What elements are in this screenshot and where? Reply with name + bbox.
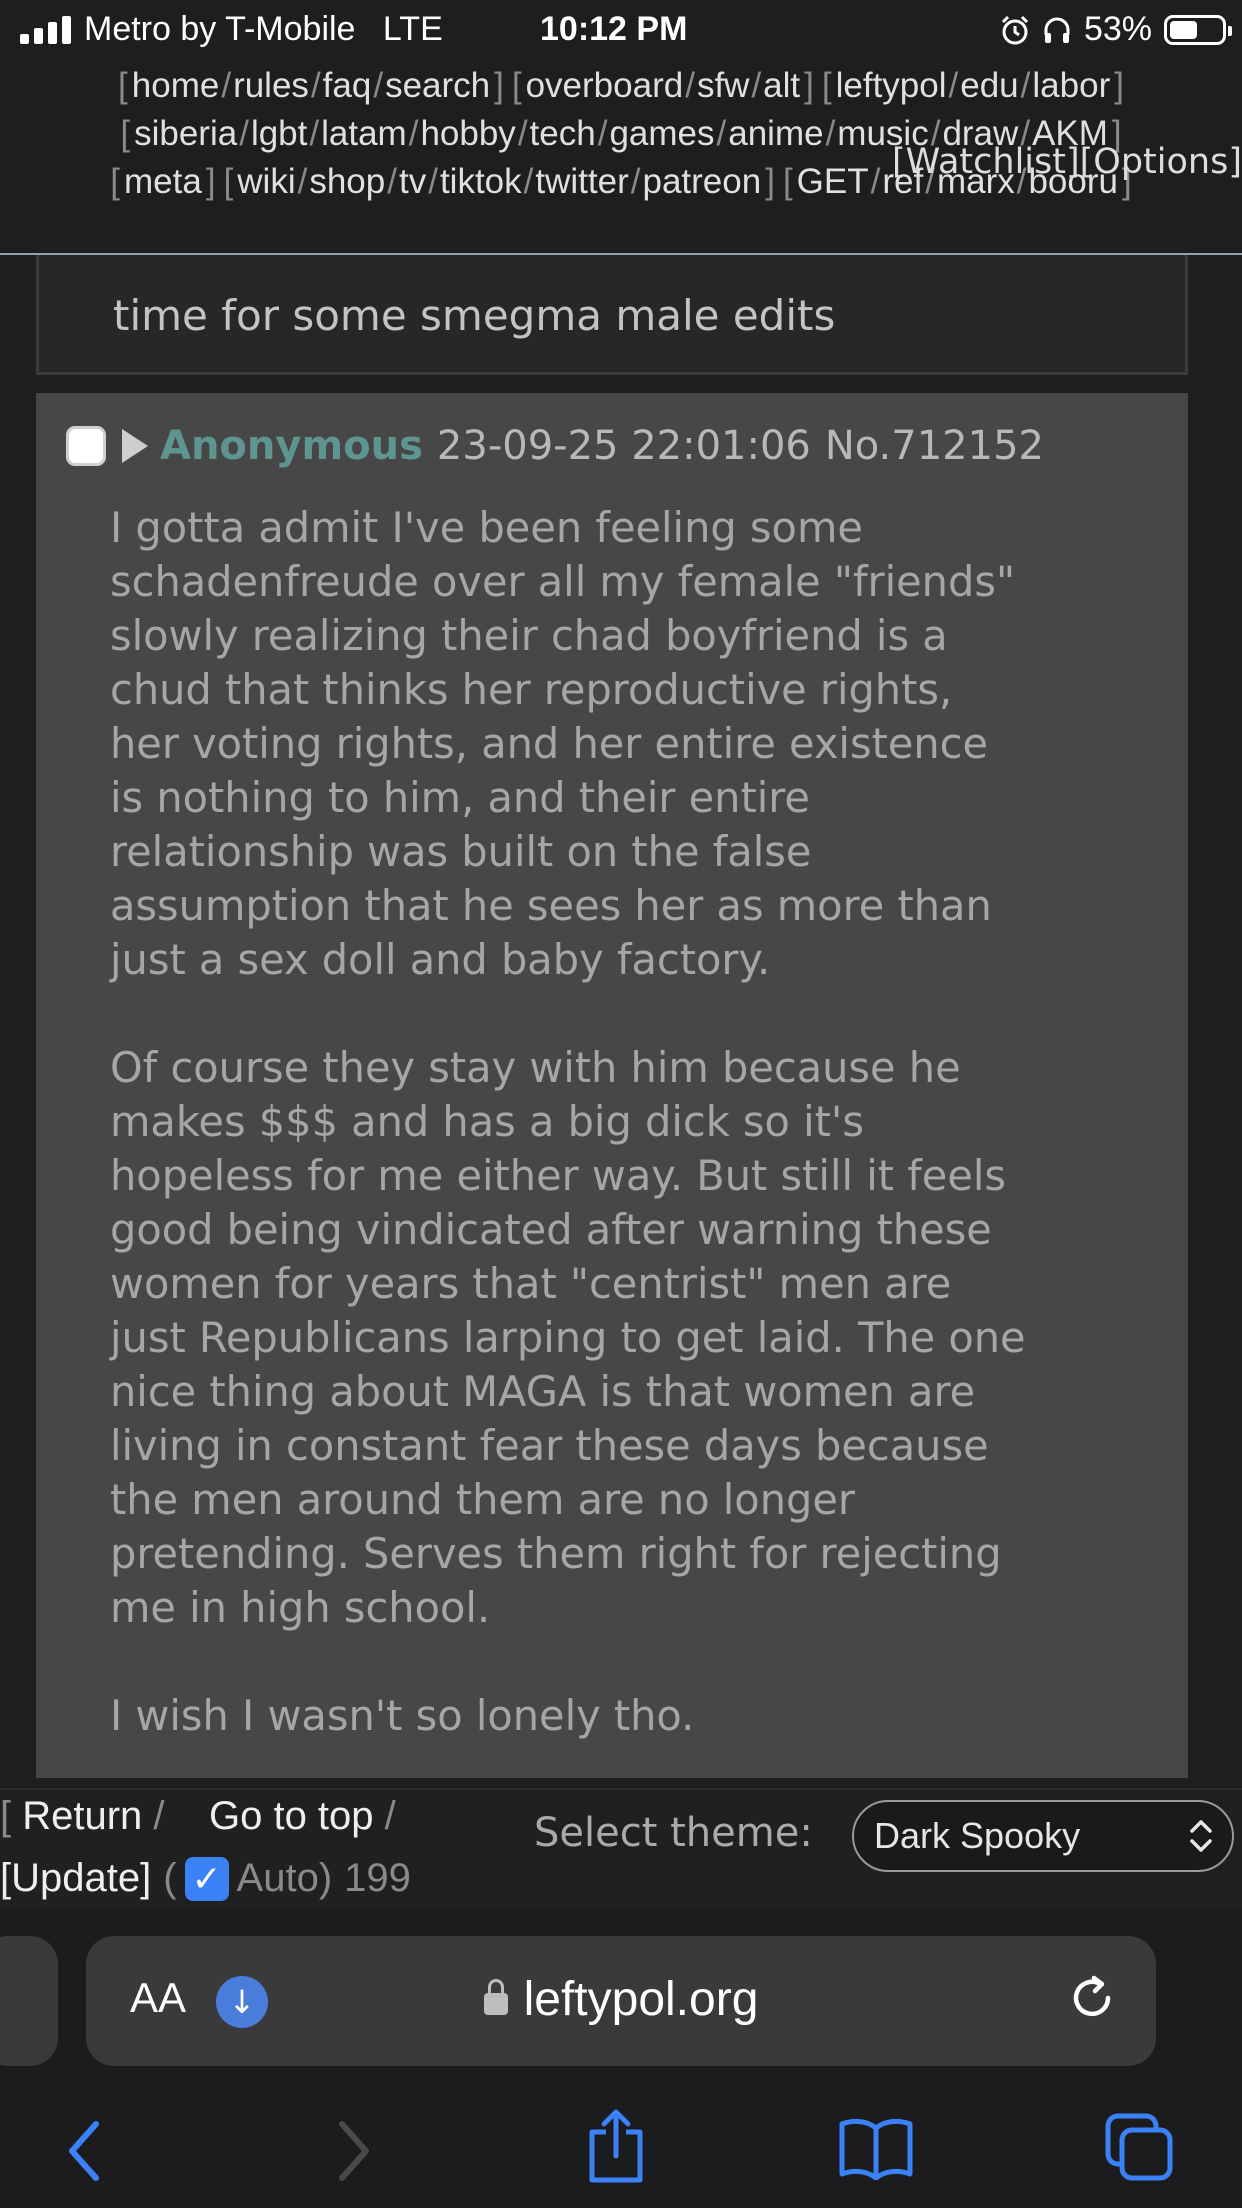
thread-bottom-bar: [ Return / Go to top / [Update] ( ✓ Auto… [0, 1788, 1242, 1910]
board-link-twitter[interactable]: twitter [535, 162, 628, 201]
url-text: leftypol.org [523, 1973, 759, 2026]
board-link-tech[interactable]: tech [530, 114, 596, 153]
board-link-overboard[interactable]: overboard [526, 66, 684, 105]
post-paragraph: I wish I wasn't so lonely tho. [110, 1691, 695, 1740]
status-time: 10:12 PM [540, 10, 688, 48]
board-link-meta[interactable]: meta [124, 162, 202, 201]
previous-tab-preview[interactable] [0, 1936, 58, 2066]
battery-icon [1164, 14, 1232, 45]
address-bar[interactable]: AA ↓ leftypol.org [86, 1936, 1156, 2066]
board-link-tiktok[interactable]: tiktok [440, 162, 522, 201]
go-to-top-link[interactable]: Go to top [209, 1794, 374, 1838]
theme-value: Dark Spooky [874, 1815, 1081, 1856]
post-body: time for some smegma male edits [113, 291, 836, 340]
theme-label: Select theme: [534, 1810, 813, 1856]
board-link-rules[interactable]: rules [233, 66, 309, 105]
board-link-sfw[interactable]: sfw [697, 66, 750, 105]
expand-triangle-icon[interactable] [122, 429, 148, 463]
browser-chrome: AA ↓ leftypol.org [0, 1910, 1242, 2208]
reload-icon[interactable] [1064, 1970, 1120, 2030]
board-link-latam[interactable]: latam [321, 114, 407, 153]
signal-icon [20, 16, 71, 44]
checkmark-icon: ✓ [191, 1857, 222, 1899]
status-bar: Metro by T-Mobile LTE 10:12 PM 53% [0, 0, 1242, 62]
tabs-icon[interactable] [1104, 2112, 1176, 2184]
board-link-wiki[interactable]: wiki [237, 162, 295, 201]
network-type: LTE [382, 10, 443, 48]
post-body: I gotta admit I've been feeling some sch… [110, 501, 1160, 1797]
board-link-hobby[interactable]: hobby [420, 114, 515, 153]
board-link-lgbt[interactable]: lgbt [251, 114, 307, 153]
auto-label: Auto) [236, 1856, 333, 1900]
post-date: 23-09-25 22:01:06 [436, 423, 811, 469]
board-link-edu[interactable]: edu [960, 66, 1018, 105]
board-link-alt[interactable]: alt [763, 66, 800, 105]
post-header: Anonymous 23-09-25 22:01:06 No.712152 [66, 423, 1044, 469]
board-link-leftypol[interactable]: leftypol [836, 66, 947, 105]
post-number[interactable]: No.712152 [825, 423, 1044, 469]
board-link-get[interactable]: GET [797, 162, 869, 201]
update-link[interactable]: [Update] [0, 1856, 151, 1901]
options-link[interactable]: [Options] [1080, 142, 1242, 182]
board-link-labor[interactable]: labor [1032, 66, 1110, 105]
board-link-siberia[interactable]: siberia [134, 114, 237, 153]
post-paragraph: I gotta admit I've been feeling some sch… [110, 503, 1016, 984]
board-link-search[interactable]: search [385, 66, 490, 105]
board-link-tv[interactable]: tv [399, 162, 426, 201]
carrier-name: Metro by T-Mobile [84, 10, 356, 48]
post-paragraph: Of course they stay with him because he … [110, 1043, 1026, 1632]
board-link-patreon[interactable]: patreon [642, 162, 761, 201]
bookmarks-icon[interactable] [838, 2116, 914, 2180]
forward-icon[interactable] [334, 2116, 374, 2186]
share-icon[interactable] [584, 2106, 648, 2186]
post-select-checkbox[interactable] [66, 426, 106, 466]
select-arrows-icon [1188, 1816, 1214, 1859]
theme-select[interactable]: Dark Spooky [852, 1800, 1234, 1872]
op-post: time for some smegma male edits [36, 255, 1188, 375]
browser-toolbar [0, 2106, 1242, 2206]
board-link-anime[interactable]: anime [728, 114, 823, 153]
headphones-icon [1044, 17, 1070, 43]
board-link-home[interactable]: home [132, 66, 220, 105]
poster-name: Anonymous [160, 423, 423, 469]
board-link-shop[interactable]: shop [309, 162, 385, 201]
back-icon[interactable] [64, 2116, 104, 2186]
reply-post: Anonymous 23-09-25 22:01:06 No.712152 I … [36, 393, 1188, 1778]
lock-icon [483, 1979, 508, 2016]
alarm-icon [1001, 15, 1028, 44]
watchlist-link[interactable]: [Watchlist] [892, 142, 1080, 182]
return-link[interactable]: Return [22, 1794, 142, 1838]
auto-update-checkbox[interactable]: ✓ [184, 1856, 229, 1901]
board-link-games[interactable]: games [609, 114, 714, 153]
battery-percent: 53% [1083, 10, 1152, 48]
board-link-faq[interactable]: faq [323, 66, 372, 105]
update-countdown: 199 [344, 1856, 411, 1900]
